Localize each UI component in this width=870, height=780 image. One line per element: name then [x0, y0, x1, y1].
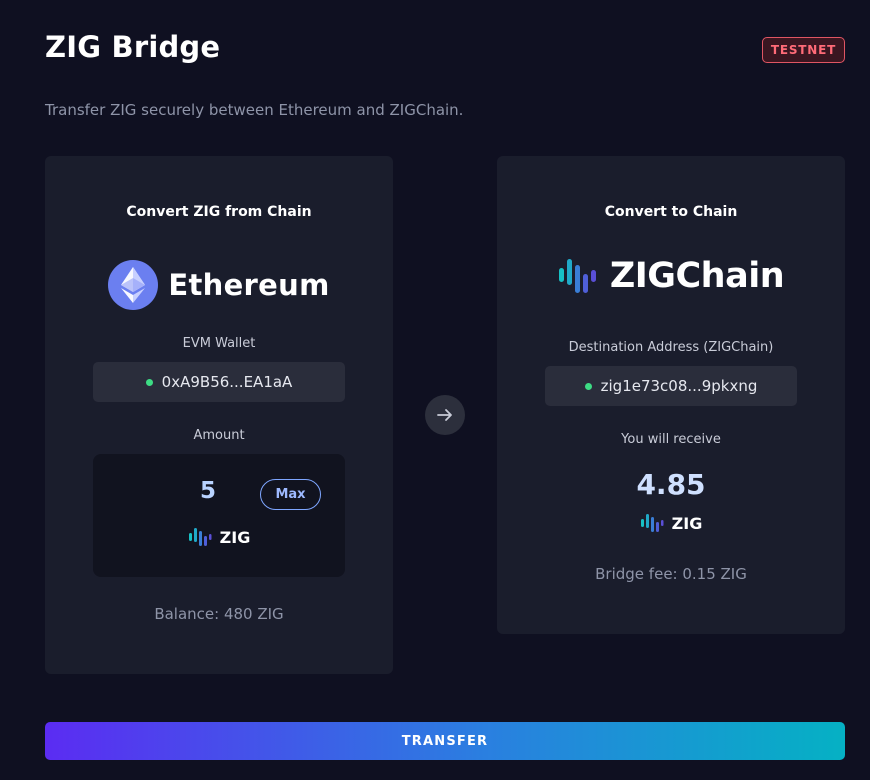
- source-token-symbol: ZIG: [219, 527, 251, 547]
- receive-label: You will receive: [621, 432, 721, 447]
- ethereum-logo-icon: [108, 260, 159, 310]
- arrow-right-icon: [425, 395, 465, 435]
- destination-chain-card: Convert to Chain ZIGChain Destination Ad…: [497, 156, 845, 634]
- connected-status-dot: [145, 378, 153, 386]
- bridge-fee: Bridge fee: 0.15 ZIG: [595, 565, 747, 583]
- source-chain-card: Convert ZIG from Chain Ethereum EVM Wall…: [45, 156, 393, 674]
- balance-text: Balance: 480 ZIG: [154, 605, 284, 623]
- max-button[interactable]: Max: [260, 479, 321, 510]
- source-chain-logo[interactable]: Ethereum: [45, 260, 393, 310]
- zig-logo-icon: [188, 528, 212, 546]
- evm-wallet-field[interactable]: 0xA9B56...EA1aA: [93, 362, 345, 402]
- source-card-heading: Convert ZIG from Chain: [126, 204, 312, 220]
- destination-token: ZIG: [497, 512, 845, 534]
- source-chain-name: Ethereum: [168, 268, 330, 302]
- page-subtitle: Transfer ZIG securely between Ethereum a…: [45, 101, 464, 119]
- source-token[interactable]: ZIG: [93, 526, 345, 548]
- wallet-label: EVM Wallet: [182, 336, 256, 351]
- page-title: ZIG Bridge: [45, 30, 221, 64]
- amount-label: Amount: [193, 428, 245, 443]
- zigchain-logo-icon: [558, 259, 596, 293]
- zig-logo-icon: [640, 514, 664, 532]
- wallet-address: 0xA9B56...EA1aA: [161, 373, 293, 391]
- destination-chain-name: ZIGChain: [609, 256, 785, 296]
- destination-address-field[interactable]: zig1e73c08...9pkxng: [545, 366, 797, 406]
- connected-status-dot: [584, 382, 592, 390]
- destination-card-heading: Convert to Chain: [604, 204, 738, 220]
- amount-input[interactable]: 5: [188, 478, 228, 504]
- testnet-badge: TESTNET: [762, 37, 845, 63]
- destination-address-label: Destination Address (ZIGChain): [568, 340, 774, 355]
- transfer-button[interactable]: TRANSFER: [45, 722, 845, 760]
- destination-token-symbol: ZIG: [671, 513, 703, 533]
- destination-address: zig1e73c08...9pkxng: [600, 377, 758, 395]
- receive-amount: 4.85: [636, 468, 706, 501]
- bridge-page: ZIG Bridge TESTNET Transfer ZIG securely…: [0, 0, 870, 780]
- amount-panel: 5 Max ZIG: [93, 454, 345, 577]
- destination-chain-logo[interactable]: ZIGChain: [497, 256, 845, 296]
